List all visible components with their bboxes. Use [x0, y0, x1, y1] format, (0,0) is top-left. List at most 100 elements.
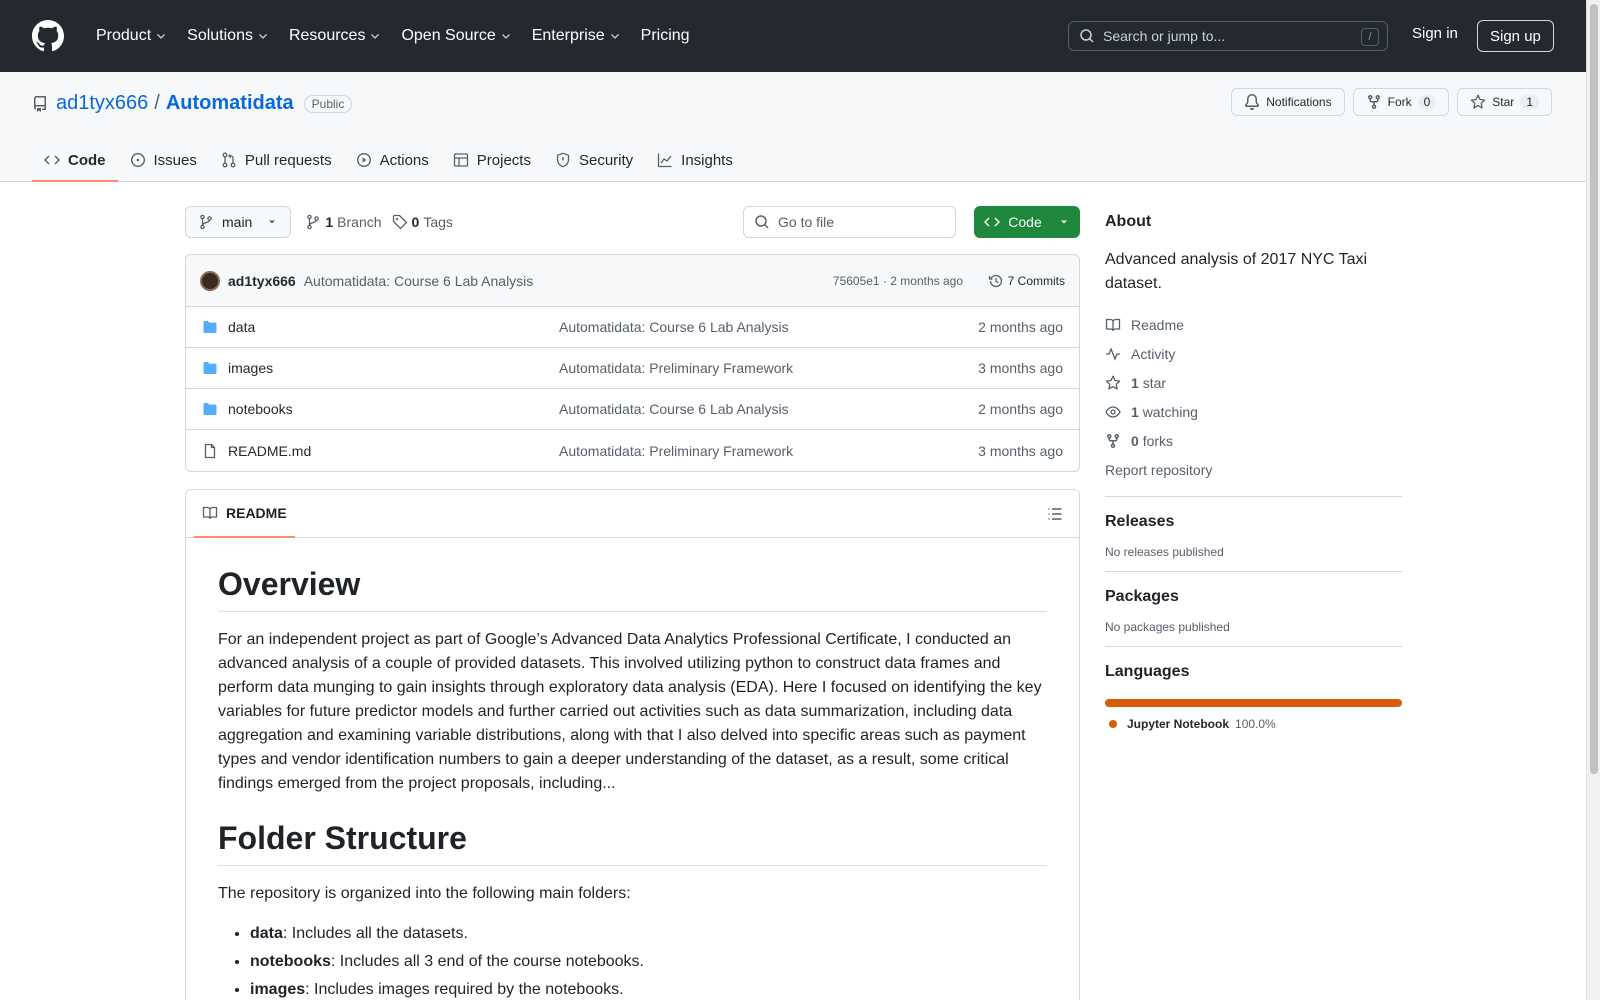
nav-resources[interactable]: Resources [281, 21, 389, 51]
file-row[interactable]: data Automatidata: Course 6 Lab Analysis… [186, 307, 1079, 348]
tab-projects[interactable]: Projects [441, 140, 543, 182]
caret-down-icon [269, 220, 276, 224]
about-title: About [1105, 213, 1152, 230]
tab-code-label: Code [68, 151, 106, 169]
forks-link[interactable]: 0 forks [1105, 426, 1402, 455]
tab-insights-label: Insights [681, 151, 733, 169]
nav-product[interactable]: Product [88, 21, 175, 51]
branch-label: Branch [337, 214, 382, 230]
packages-title[interactable]: Packages [1105, 588, 1402, 606]
readme-link[interactable]: Readme [1105, 310, 1402, 339]
divider [1105, 571, 1402, 572]
tab-insights[interactable]: Insights [645, 140, 745, 182]
commit-hash-time[interactable]: 75605e1 · 2 months ago [833, 274, 963, 288]
fork-button[interactable]: Fork 0 [1352, 88, 1450, 116]
chevron-down-icon [157, 34, 166, 39]
language-item[interactable]: Jupyter Notebook 100.0% [1105, 717, 1402, 731]
file-name[interactable]: images [228, 360, 273, 376]
language-name: Jupyter Notebook [1127, 717, 1230, 731]
file-date: 3 months ago [978, 442, 1063, 459]
tab-actions[interactable]: Actions [344, 140, 441, 182]
commit-message[interactable]: Automatidata: Course 6 Lab Analysis [304, 273, 534, 289]
sign-in-link[interactable]: Sign in [1412, 25, 1458, 42]
tab-actions-label: Actions [379, 151, 429, 169]
book-icon [1105, 318, 1121, 331]
readme-tab[interactable]: README [194, 490, 295, 538]
folder-icon [203, 362, 217, 374]
releases-text: No releases published [1105, 545, 1224, 559]
issue-icon [130, 152, 145, 168]
history-icon [988, 274, 1002, 287]
repo-name-link[interactable]: Automatidata [166, 92, 294, 115]
file-row[interactable]: notebooks Automatidata: Course 6 Lab Ana… [186, 389, 1079, 430]
forks-label: forks [1142, 432, 1174, 449]
readme-body: Overview For an independent project as p… [186, 538, 1079, 1000]
nav-solutions[interactable]: Solutions [179, 21, 277, 51]
branch-selector[interactable]: main [185, 206, 292, 238]
releases-title[interactable]: Releases [1105, 513, 1402, 531]
file-name[interactable]: notebooks [228, 401, 293, 417]
file-toolbar: main 1 Branch 0 Tags Go to file Code [185, 206, 1080, 238]
star-label: Star [1492, 95, 1515, 109]
file-commit-message[interactable]: Automatidata: Course 6 Lab Analysis [559, 401, 789, 417]
tags-link[interactable]: 0 Tags [392, 214, 453, 230]
go-to-file-placeholder: Go to file [778, 214, 835, 230]
code-icon [44, 155, 60, 165]
scrollbar-thumb[interactable] [1590, 4, 1598, 774]
tag-count: 0 [411, 214, 420, 230]
nav-open-source[interactable]: Open Source [393, 21, 519, 51]
file-commit-message[interactable]: Automatidata: Course 6 Lab Analysis [559, 319, 789, 335]
file-row[interactable]: README.md Automatidata: Preliminary Fram… [186, 430, 1079, 471]
repo-owner-link[interactable]: ad1tyx666 [56, 92, 148, 115]
tab-issues-label: Issues [153, 151, 197, 169]
languages-title: Languages [1105, 663, 1190, 680]
book-icon [202, 506, 218, 520]
commit-author[interactable]: ad1tyx666 [228, 273, 296, 289]
visibility-badge: Public [303, 94, 353, 113]
file-list: ad1tyx666 Automatidata: Course 6 Lab Ana… [185, 254, 1080, 472]
about-sidebar: About Advanced analysis of 2017 NYC Taxi… [1105, 206, 1402, 731]
chevron-down-icon [259, 34, 267, 39]
branches-link[interactable]: 1 Branch [305, 214, 382, 230]
divider [1105, 496, 1402, 497]
list-icon[interactable] [1047, 506, 1063, 522]
tab-code[interactable]: Code [32, 140, 118, 182]
code-dropdown-button[interactable]: Code [974, 206, 1080, 238]
folder-name: images [250, 981, 306, 998]
file-commit-message[interactable]: Automatidata: Preliminary Framework [559, 360, 793, 376]
page-scrollbar[interactable] [1586, 0, 1600, 1000]
activity-link[interactable]: Activity [1105, 339, 1402, 368]
branch-icon [307, 214, 320, 230]
avatar[interactable] [200, 270, 220, 291]
file-row[interactable]: images Automatidata: Preliminary Framewo… [186, 348, 1079, 389]
file-commit-message[interactable]: Automatidata: Preliminary Framework [559, 443, 793, 459]
repo-actions: Notifications Fork 0 Star 1 [1231, 88, 1552, 116]
tab-security[interactable]: Security [543, 140, 645, 182]
report-repository-link[interactable]: Report repository [1105, 455, 1402, 484]
file-name[interactable]: data [228, 319, 255, 335]
tab-issues[interactable]: Issues [118, 140, 209, 182]
watching-count: 1 [1131, 403, 1139, 420]
folder-desc: : Includes all 3 end of the course noteb… [330, 953, 644, 970]
go-to-file-input[interactable]: Go to file [743, 206, 956, 238]
sign-up-button[interactable]: Sign up [1477, 20, 1554, 52]
stars-link[interactable]: 1 star [1105, 368, 1402, 397]
heading-overview: Overview [218, 566, 1047, 612]
star-button[interactable]: Star 1 [1457, 88, 1552, 116]
file-name[interactable]: README.md [228, 443, 311, 459]
branch-name: main [222, 214, 253, 230]
nav-resources-label: Resources [288, 27, 366, 44]
tab-pull-requests[interactable]: Pull requests [209, 140, 344, 182]
global-search-input[interactable]: Search or jump to... / [1068, 21, 1388, 51]
watchers-link[interactable]: 1 watching [1105, 397, 1402, 426]
commits-link[interactable]: 7 Commits [988, 273, 1065, 289]
code-button-label: Code [1008, 214, 1042, 230]
nav-enterprise[interactable]: Enterprise [524, 21, 629, 51]
notifications-button[interactable]: Notifications [1231, 88, 1345, 116]
code-icon [984, 217, 1001, 227]
github-logo-icon[interactable] [32, 20, 64, 52]
folder-name: data [250, 925, 283, 942]
folder-name: notebooks [250, 953, 331, 970]
nav-pricing[interactable]: Pricing [633, 21, 698, 51]
pull-request-icon [222, 152, 236, 168]
